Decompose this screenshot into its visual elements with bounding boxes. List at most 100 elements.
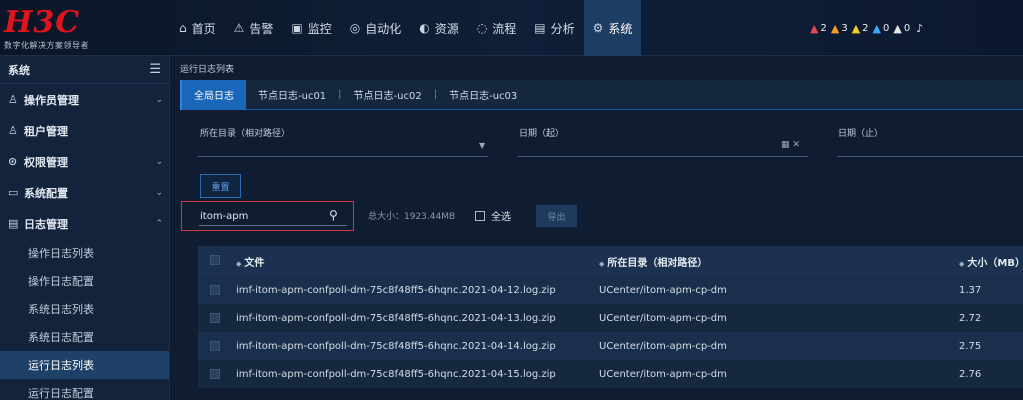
- sidebar-sub-oplog-list[interactable]: 操作日志列表: [0, 239, 169, 267]
- mute-sound-icon[interactable]: ♪: [916, 22, 923, 35]
- alert-count: 2: [820, 23, 827, 34]
- row-checkbox[interactable]: [210, 313, 220, 323]
- file-directory: UCenter/itom-apm-cp-dm: [599, 340, 727, 352]
- sidebar-sub-syslog-list[interactable]: 系统日志列表: [0, 295, 169, 323]
- nav-label: 告警: [249, 21, 274, 36]
- nav-label: 分析: [550, 21, 575, 36]
- log-icon: ▤: [8, 217, 19, 230]
- nav-resource[interactable]: ◐ 资源: [410, 0, 468, 56]
- brand-logo[interactable]: H3C 数字化解决方案领导者: [4, 8, 164, 52]
- table-row[interactable]: imf-itom-apm-confpoll-dm-75c8f48ff5-6hqn…: [198, 332, 1023, 360]
- alert-count: 0: [883, 23, 890, 34]
- nav-label: 资源: [434, 21, 459, 36]
- directory-label: 所在目录（相对路径）: [200, 129, 291, 139]
- system-icon: ⚙: [592, 21, 604, 35]
- sidebar: 系统 ☰ ♙ 操作员管理 ⌄ ♙ 租户管理 ⊙ 权限管理 ⌄ ▭ 系统配置 ⌄ …: [0, 56, 170, 400]
- nav-process[interactable]: ◌ 流程: [468, 0, 526, 56]
- column-size[interactable]: ◆ 大小（MB）: [959, 254, 1023, 269]
- table-row[interactable]: imf-itom-apm-confpoll-dm-75c8f48ff5-6hqn…: [198, 360, 1023, 388]
- nav-system[interactable]: ⚙ 系统: [583, 0, 642, 56]
- tab-node-uc01[interactable]: 节点日志-uc01: [246, 80, 338, 110]
- alert-major[interactable]: ▲ 3: [831, 22, 848, 35]
- tab-global-log[interactable]: 全局日志: [180, 79, 246, 110]
- search-input[interactable]: [199, 208, 347, 226]
- alert-critical[interactable]: ▲ 2: [810, 22, 827, 35]
- sidebar-sub-runlog-config[interactable]: 运行日志配置: [0, 379, 169, 400]
- nav-label: 自动化: [365, 21, 402, 36]
- sidebar-sub-runlog-list[interactable]: 运行日志列表: [0, 351, 169, 379]
- alert-minor[interactable]: ▲ 2: [852, 22, 869, 35]
- alert-count: 0: [903, 23, 911, 34]
- process-icon: ◌: [476, 21, 488, 35]
- sidebar-item-operator[interactable]: ♙ 操作员管理 ⌄: [0, 84, 169, 115]
- tab-node-uc03[interactable]: 节点日志-uc03: [437, 80, 529, 110]
- column-file[interactable]: ◆ 文件: [236, 254, 264, 269]
- directory-select[interactable]: [198, 156, 488, 157]
- sort-icon: ◆: [599, 259, 605, 268]
- table-row[interactable]: imf-itom-apm-confpoll-dm-75c8f48ff5-6hqn…: [198, 304, 1023, 332]
- file-directory: UCenter/itom-apm-cp-dm: [599, 284, 727, 296]
- main-content: 运行日志列表 全局日志 节点日志-uc01 | 节点日志-uc02 | 节点日志…: [171, 56, 1023, 400]
- warning-triangle-icon: ▲: [893, 22, 902, 35]
- row-checkbox[interactable]: [210, 341, 220, 351]
- nav-label: 系统: [608, 21, 633, 36]
- analysis-icon: ▤: [534, 21, 546, 35]
- alert-info[interactable]: ▲ 0: [893, 22, 910, 35]
- start-date-input[interactable]: [518, 156, 808, 157]
- sidebar-sub-syslog-config[interactable]: 系统日志配置: [0, 323, 169, 351]
- table-row[interactable]: imf-itom-apm-confpoll-dm-75c8f48ff5-6hqn…: [198, 276, 1023, 304]
- warning-triangle-icon: ▲: [830, 22, 840, 35]
- main-nav: ⌂ 首页 ⚠ 告警 ▣ 监控 ◎ 自动化 ◐ 资源 ◌ 流程 ▤ 分析 ⚙ 系统: [170, 0, 642, 56]
- monitor-icon: ▣: [291, 21, 303, 35]
- warning-triangle-icon: ▲: [872, 22, 881, 35]
- chevron-down-icon: ⌄: [155, 156, 163, 167]
- file-size: 2.76: [959, 368, 982, 380]
- select-all-checkbox[interactable]: [475, 210, 485, 221]
- start-date-label: 日期（起）: [519, 129, 565, 139]
- sidebar-item-label: 权限管理: [24, 155, 68, 169]
- nav-analysis[interactable]: ▤ 分析: [525, 0, 583, 56]
- tab-node-uc02[interactable]: 节点日志-uc02: [342, 80, 434, 110]
- home-icon: ⌂: [179, 21, 187, 35]
- warning-triangle-icon: ▲: [851, 22, 861, 35]
- nav-label: 流程: [492, 21, 517, 36]
- log-file-table: ◆ 文件 ◆ 所在目录（相对路径） ◆ 大小（MB） imf-itom-apm-con…: [198, 246, 1023, 388]
- log-tabs: 全局日志 节点日志-uc01 | 节点日志-uc02 | 节点日志-uc03: [180, 79, 1023, 110]
- export-button[interactable]: 导出: [536, 205, 577, 227]
- nav-label: 监控: [307, 21, 332, 36]
- sidebar-title: 系统: [8, 63, 30, 77]
- sidebar-sub-oplog-config[interactable]: 操作日志配置: [0, 267, 169, 295]
- row-checkbox[interactable]: [210, 285, 220, 295]
- alert-warning[interactable]: ▲ 0: [873, 22, 890, 35]
- sidebar-item-logmgmt[interactable]: ▤ 日志管理 ⌃: [0, 208, 169, 239]
- nav-label: 首页: [191, 21, 216, 36]
- select-all[interactable]: 全选: [475, 208, 511, 223]
- sidebar-item-label: 租户管理: [24, 124, 68, 138]
- chevron-down-icon: ⌄: [155, 94, 163, 105]
- calendar-icon[interactable]: ▦✕: [781, 140, 803, 150]
- file-directory: UCenter/itom-apm-cp-dm: [599, 312, 727, 324]
- column-directory[interactable]: ◆ 所在目录（相对路径）: [599, 254, 707, 269]
- end-date-input[interactable]: [837, 156, 1023, 157]
- total-size: 总大小：1923.44MB: [368, 212, 456, 222]
- dropdown-caret-icon[interactable]: ▼: [479, 141, 485, 150]
- sidebar-item-sysconfig[interactable]: ▭ 系统配置 ⌄: [0, 177, 169, 208]
- nav-monitor[interactable]: ▣ 监控: [282, 0, 340, 56]
- tenant-icon: ♙: [8, 124, 18, 137]
- file-size: 1.37: [959, 284, 982, 296]
- alert-summary: ▲ 2 ▲ 3 ▲ 2 ▲ 0 ▲ 0 ♪: [810, 22, 923, 35]
- header-checkbox[interactable]: [210, 255, 220, 265]
- sidebar-item-permission[interactable]: ⊙ 权限管理 ⌄: [0, 146, 169, 177]
- nav-home[interactable]: ⌂ 首页: [170, 0, 225, 56]
- nav-alarm[interactable]: ⚠ 告警: [225, 0, 283, 56]
- sidebar-item-tenant[interactable]: ♙ 租户管理: [0, 115, 169, 146]
- reset-button[interactable]: 重置: [200, 174, 241, 198]
- nav-automation[interactable]: ◎ 自动化: [341, 0, 411, 56]
- collapse-menu-icon[interactable]: ☰: [149, 62, 161, 77]
- search-icon[interactable]: ⚲: [329, 208, 338, 222]
- breadcrumb: 运行日志列表: [180, 65, 235, 75]
- logo-subtitle: 数字化解决方案领导者: [4, 41, 89, 50]
- table-header: ◆ 文件 ◆ 所在目录（相对路径） ◆ 大小（MB）: [198, 246, 1023, 276]
- row-checkbox[interactable]: [210, 369, 220, 379]
- warning-triangle-icon: ▲: [810, 22, 819, 35]
